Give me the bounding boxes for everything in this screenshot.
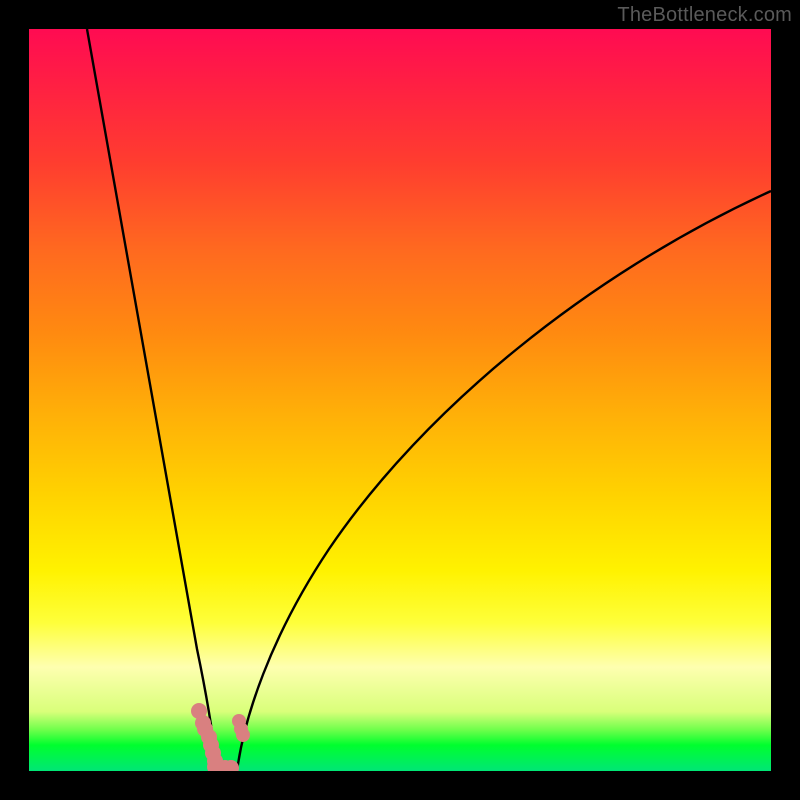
- watermark-text: TheBottleneck.com: [617, 4, 792, 27]
- chart-frame: TheBottleneck.com: [0, 0, 800, 800]
- plot-area: [29, 29, 771, 771]
- right-curve: [237, 191, 771, 771]
- left-marker-cluster: [191, 703, 239, 771]
- left-curve: [87, 29, 217, 771]
- curves-svg: [29, 29, 771, 771]
